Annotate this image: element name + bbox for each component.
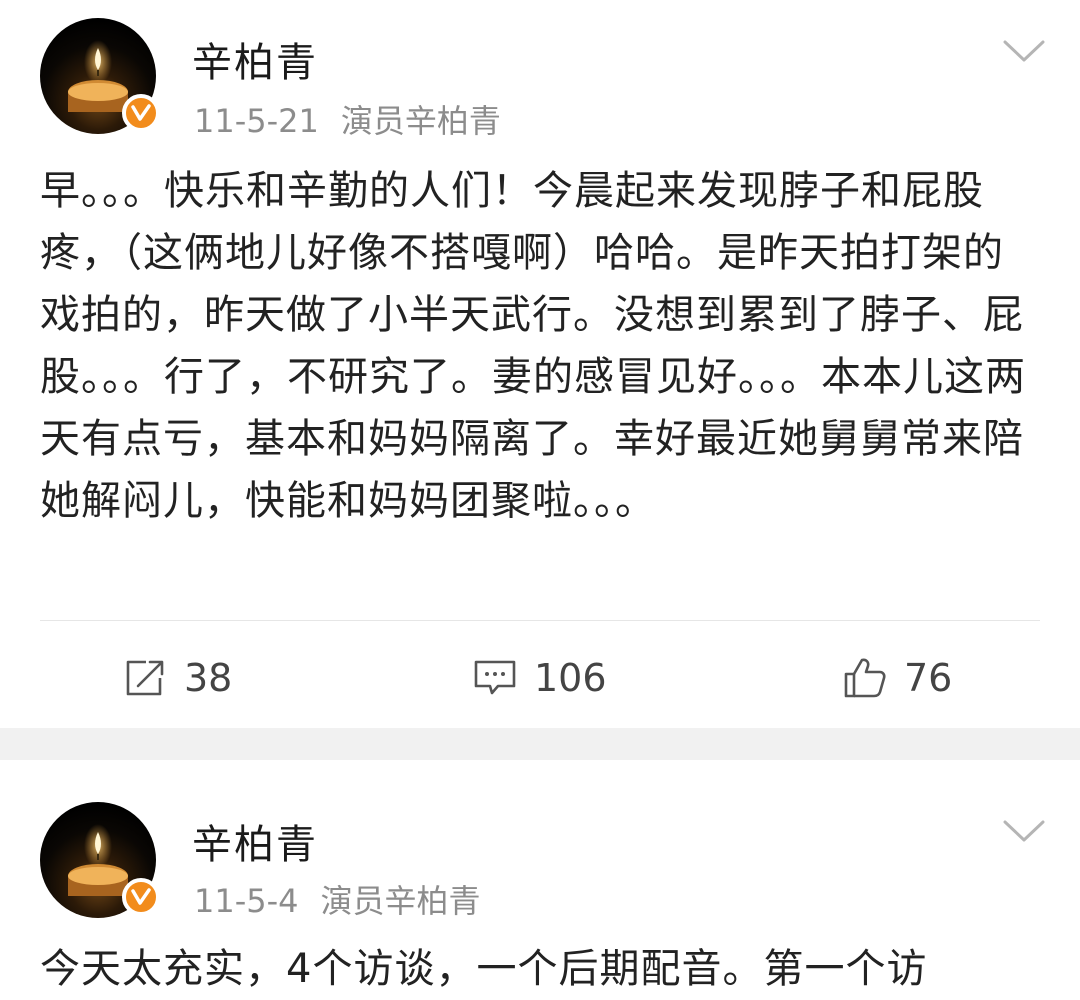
post-card: 辛柏青 11-5-21 演员辛柏青 早。。。快乐和辛勤的人们！今晨起来发现脖子和屁…: [0, 0, 1080, 728]
verified-badge-icon: [122, 94, 160, 132]
verified-badge-icon: [122, 878, 160, 916]
post-source: 演员辛柏青: [340, 102, 501, 140]
like-count: 76: [904, 656, 953, 700]
feed-separator: [0, 728, 1080, 760]
repost-icon: [126, 660, 164, 696]
like-button[interactable]: 76: [842, 640, 952, 716]
divider: [40, 620, 1040, 621]
action-bar: 38 106 76: [0, 640, 1080, 716]
chevron-down-icon[interactable]: [1002, 38, 1046, 64]
post-meta: 11-5-4 演员辛柏青: [194, 876, 481, 922]
post-card: 辛柏青 11-5-4 演员辛柏青 今天太充实，4个访谈，一个后期配音。第一个访: [0, 760, 1080, 1000]
comment-icon: [474, 660, 516, 695]
chevron-down-icon[interactable]: [1002, 818, 1046, 844]
post-date: 11-5-4: [194, 882, 299, 920]
author-name[interactable]: 辛柏青: [192, 30, 318, 88]
post-source: 演员辛柏青: [320, 882, 481, 920]
avatar[interactable]: [40, 802, 160, 918]
repost-count: 38: [184, 656, 233, 700]
author-name[interactable]: 辛柏青: [192, 812, 318, 870]
post-date: 11-5-21: [194, 102, 319, 140]
repost-button[interactable]: 38: [124, 640, 232, 716]
post-content: 今天太充实，4个访谈，一个后期配音。第一个访: [40, 946, 928, 992]
avatar[interactable]: [40, 18, 160, 134]
comment-button[interactable]: 106: [472, 640, 607, 716]
comment-count: 106: [534, 656, 607, 700]
thumbs-up-icon: [844, 658, 886, 698]
post-meta: 11-5-21 演员辛柏青: [194, 96, 501, 142]
post-content: 早。。。快乐和辛勤的人们！今晨起来发现脖子和屁股疼，（这俩地儿好像不搭嘎啊）哈哈…: [40, 168, 1026, 524]
